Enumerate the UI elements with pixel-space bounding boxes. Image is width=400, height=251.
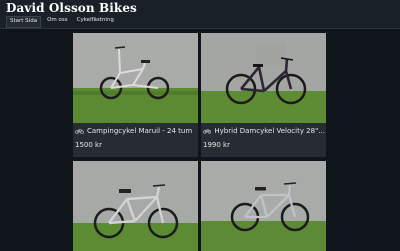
main-nav: Start Sida Om oss Cykelfästning bbox=[6, 16, 117, 28]
listing-card[interactable] bbox=[73, 161, 198, 251]
nav-item-start[interactable]: Start Sida bbox=[6, 16, 42, 28]
nav-item-bike-mount[interactable]: Cykelfästning bbox=[74, 16, 117, 28]
listing-title-text: Campingcykel Maruil - 24 tum bbox=[87, 127, 193, 135]
nav-item-about[interactable]: Om oss bbox=[44, 16, 71, 28]
listing-grid: Campingcykel Maruil - 24 tum 1500 kr Hyb… bbox=[73, 33, 327, 251]
site-header: David Olsson Bikes Start Sida Om oss Cyk… bbox=[0, 0, 400, 29]
bicycle-icon bbox=[203, 129, 212, 134]
listing-title[interactable]: Hybrid Damcykel Velocity 28"... bbox=[203, 127, 325, 135]
listing-price: 1990 kr bbox=[203, 141, 230, 149]
listing-photo[interactable] bbox=[201, 161, 326, 251]
listing-photo[interactable] bbox=[201, 33, 326, 123]
listing-card[interactable] bbox=[201, 161, 326, 251]
listing-photo[interactable] bbox=[73, 161, 198, 251]
site-title[interactable]: David Olsson Bikes bbox=[6, 1, 137, 15]
listing-card[interactable]: Hybrid Damcykel Velocity 28"... 1990 kr bbox=[201, 33, 326, 157]
listing-title[interactable]: Campingcykel Maruil - 24 tum bbox=[75, 127, 197, 135]
listing-photo[interactable] bbox=[73, 33, 198, 123]
listing-title-text: Hybrid Damcykel Velocity 28"... bbox=[214, 127, 325, 135]
bicycle-icon bbox=[75, 129, 84, 134]
listing-card[interactable]: Campingcykel Maruil - 24 tum 1500 kr bbox=[73, 33, 198, 157]
listing-price: 1500 kr bbox=[75, 141, 102, 149]
